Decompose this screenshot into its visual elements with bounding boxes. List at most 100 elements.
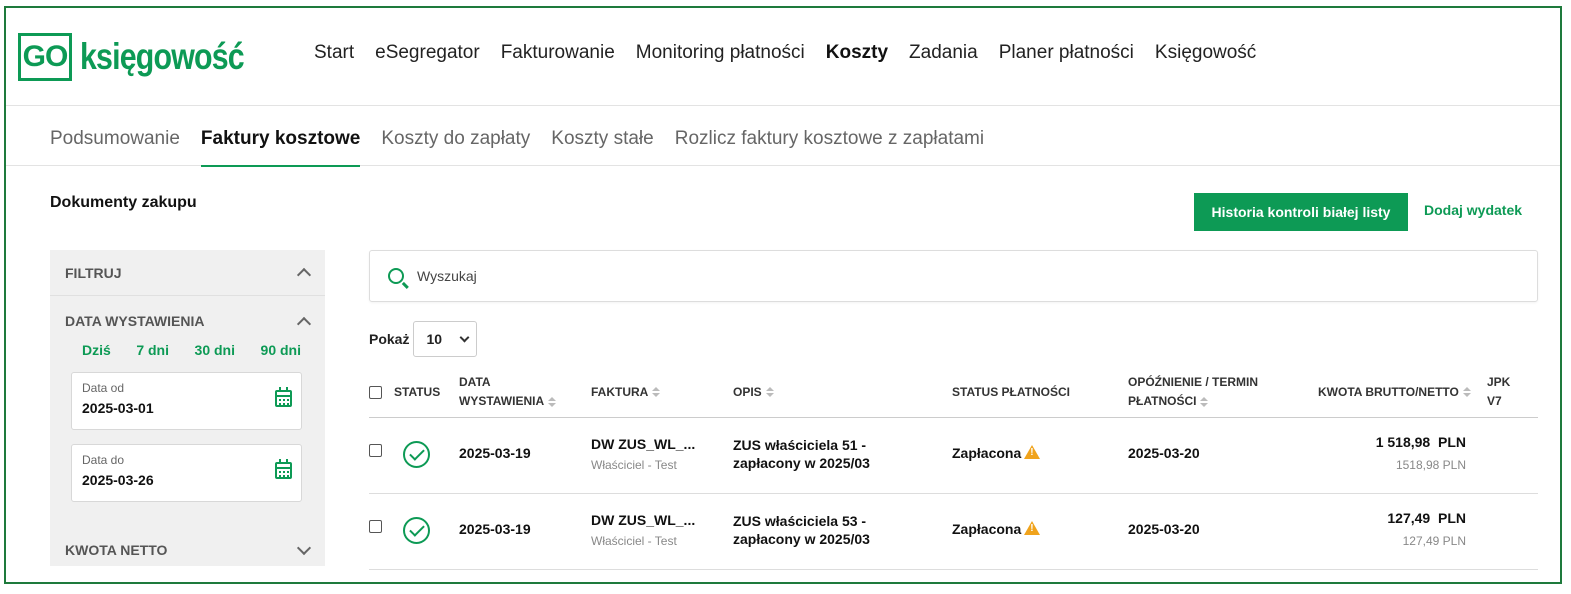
- search-input[interactable]: [417, 268, 817, 284]
- sort-icon: [548, 396, 557, 407]
- description-line1: ZUS właściciela 53 -: [733, 513, 867, 529]
- col-date-line1: DATA: [459, 375, 491, 389]
- top-navigation-bar: GO księgowość Start eSegregator Fakturow…: [6, 8, 1560, 106]
- date-section-title: DATA WYSTAWIENIA: [65, 313, 205, 329]
- quick-filter-7-days[interactable]: 7 dni: [136, 342, 169, 358]
- select-all-checkbox[interactable]: [369, 385, 382, 399]
- page-title: Dokumenty zakupu: [50, 194, 197, 211]
- issue-date: 2025-03-19: [459, 445, 531, 461]
- search-icon: [388, 268, 404, 284]
- col-date-line2: WYSTAWIENIA: [459, 394, 545, 408]
- table-row[interactable]: 2025-03-19 DW ZUS_WL_... Właściciel - Te…: [369, 494, 1538, 570]
- tab-rozlicz-faktury[interactable]: Rozlicz faktury kosztowe z zapłatami: [675, 128, 984, 167]
- logo-text: księgowość: [80, 36, 245, 77]
- main-nav: Start eSegregator Fakturowanie Monitorin…: [314, 42, 1256, 64]
- nav-item-planer[interactable]: Planer płatności: [999, 42, 1134, 64]
- calendar-icon[interactable]: [275, 390, 292, 407]
- tab-koszty-stale[interactable]: Koszty stałe: [551, 128, 653, 167]
- quick-filter-today[interactable]: Dziś: [82, 342, 111, 358]
- due-date: 2025-03-20: [1128, 521, 1200, 537]
- add-expense-link[interactable]: Dodaj wydatek: [1424, 202, 1522, 218]
- history-whitelist-button[interactable]: Historia kontroli białej listy: [1194, 193, 1408, 231]
- table-row[interactable]: 2025-03-19 DW ZUS_WL_... Właściciel - Te…: [369, 418, 1538, 494]
- gross-amount: 127,49 PLN: [1387, 510, 1466, 526]
- page-size-label: Pokaż: [369, 331, 410, 347]
- col-amount-label: KWOTA BRUTTO/NETTO: [1318, 384, 1459, 399]
- description-line2: zapłacony w 2025/03: [733, 531, 870, 547]
- row-checkbox[interactable]: [369, 444, 382, 457]
- due-date: 2025-03-20: [1128, 445, 1200, 461]
- calendar-icon[interactable]: [275, 462, 292, 479]
- gross-amount: 1 518,98 PLN: [1375, 434, 1466, 450]
- sort-icon: [1200, 396, 1209, 407]
- nav-item-koszty[interactable]: Koszty: [826, 42, 888, 64]
- sort-icon: [765, 387, 774, 397]
- col-due-line1: OPÓŹNIENIE / TERMIN: [1128, 375, 1259, 389]
- nav-item-start[interactable]: Start: [314, 42, 354, 64]
- page-size-control: Pokaż 10: [369, 321, 478, 357]
- sort-icon: [1462, 387, 1471, 397]
- quick-filter-90-days[interactable]: 90 dni: [261, 342, 301, 358]
- date-from-field[interactable]: Data od 2025-03-01: [71, 372, 302, 430]
- col-date[interactable]: DATA WYSTAWIENIA: [459, 366, 557, 418]
- nav-item-fakturowanie[interactable]: Fakturowanie: [501, 42, 615, 64]
- logo[interactable]: GO księgowość: [18, 28, 280, 86]
- col-status: STATUS: [394, 384, 441, 399]
- amount-section-header[interactable]: KWOTA NETTO: [50, 534, 325, 566]
- amount-section-title: KWOTA NETTO: [65, 542, 168, 558]
- col-amount[interactable]: KWOTA BRUTTO/NETTO: [1318, 366, 1471, 418]
- col-jpk-line2: V7: [1487, 394, 1502, 408]
- date-to-field[interactable]: Data do 2025-03-26: [71, 444, 302, 502]
- net-amount: 127,49 PLN: [1402, 534, 1466, 548]
- nav-item-esegregator[interactable]: eSegregator: [375, 42, 480, 64]
- col-jpk: JPK V7: [1487, 366, 1510, 418]
- col-jpk-line1: JPK: [1487, 375, 1511, 389]
- page-size-select[interactable]: 10: [413, 321, 478, 357]
- page-size-value: 10: [426, 331, 443, 347]
- col-due-line2: PŁATNOŚCI: [1128, 394, 1197, 408]
- quick-date-filters: Dziś 7 dni 30 dni 90 dni: [50, 342, 325, 358]
- payment-status: Zapłacona: [952, 445, 1022, 461]
- col-invoice-label: FAKTURA: [591, 384, 649, 399]
- col-description-label: OPIS: [733, 384, 762, 399]
- tab-podsumowanie[interactable]: Podsumowanie: [50, 128, 180, 167]
- warning-icon[interactable]: [1024, 445, 1041, 459]
- issue-date: 2025-03-19: [459, 521, 531, 537]
- col-description[interactable]: OPIS: [733, 366, 774, 418]
- description-line1: ZUS właściciela 51 -: [733, 437, 867, 453]
- warning-icon[interactable]: [1024, 521, 1041, 535]
- chevron-down-icon: [296, 540, 312, 555]
- nav-item-ksiegowosc[interactable]: Księgowość: [1155, 42, 1256, 64]
- filter-title: FILTRUJ: [65, 264, 122, 281]
- payment-status: Zapłacona: [952, 521, 1022, 537]
- date-section-header[interactable]: DATA WYSTAWIENIA: [50, 296, 325, 346]
- date-from-label: Data od: [82, 381, 125, 395]
- date-to-value: 2025-03-26: [82, 472, 154, 488]
- chevron-down-icon: [460, 332, 470, 342]
- chevron-up-icon: [296, 267, 312, 283]
- quick-filter-30-days[interactable]: 30 dni: [195, 342, 235, 358]
- net-amount: 1518,98 PLN: [1395, 458, 1466, 472]
- tab-koszty-do-zaplaty[interactable]: Koszty do zapłaty: [381, 128, 530, 167]
- invoice-number[interactable]: DW ZUS_WL_...: [591, 512, 695, 528]
- logo-box: GO: [18, 33, 72, 81]
- check-circle-icon: [403, 441, 430, 468]
- search-bar: [369, 250, 1538, 302]
- filter-panel: FILTRUJ DATA WYSTAWIENIA Dziś 7 dni 30 d…: [50, 250, 325, 566]
- nav-item-monitoring[interactable]: Monitoring płatności: [636, 42, 805, 64]
- sub-navigation: Podsumowanie Faktury kosztowe Koszty do …: [6, 106, 1560, 167]
- check-circle-icon: [403, 517, 430, 544]
- nav-item-zadania[interactable]: Zadania: [909, 42, 978, 64]
- invoice-number[interactable]: DW ZUS_WL_...: [591, 436, 695, 452]
- filter-header[interactable]: FILTRUJ: [50, 250, 325, 296]
- sort-icon: [652, 387, 661, 397]
- invoice-owner: Właściciel - Test: [591, 534, 677, 548]
- date-from-value: 2025-03-01: [82, 400, 154, 416]
- date-to-label: Data do: [82, 453, 125, 467]
- col-due[interactable]: OPÓŹNIENIE / TERMIN PŁATNOŚCI: [1128, 366, 1258, 418]
- table-header: STATUS DATA WYSTAWIENIA FAKTURA OPIS STAT…: [369, 366, 1538, 418]
- row-checkbox[interactable]: [369, 520, 382, 533]
- col-invoice[interactable]: FAKTURA: [591, 366, 661, 418]
- description-line2: zapłacony w 2025/03: [733, 455, 870, 471]
- tab-faktury-kosztowe[interactable]: Faktury kosztowe: [200, 128, 361, 167]
